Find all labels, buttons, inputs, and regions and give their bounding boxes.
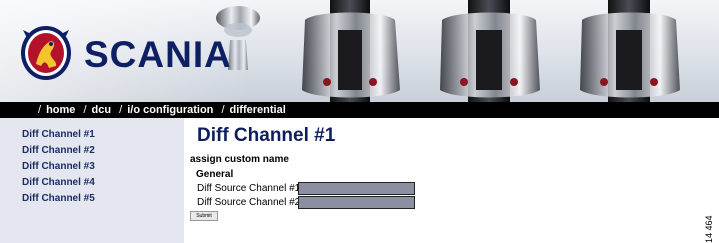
page-title: Diff Channel #1 — [197, 125, 336, 146]
breadcrumb-home[interactable]: home — [46, 104, 75, 116]
breadcrumb-slash-icon: / — [83, 104, 87, 116]
sidebar-item-diff-channel-4[interactable]: Diff Channel #4 — [22, 175, 95, 191]
breadcrumb-bar: / home / dcu / i/o configuration / different… — [0, 102, 719, 118]
sidebar-item-diff-channel-5[interactable]: Diff Channel #5 — [22, 191, 95, 207]
diff-source-channel-1-label: Diff Source Channel #1: — [197, 183, 303, 194]
sidebar-item-diff-channel-2[interactable]: Diff Channel #2 — [22, 143, 95, 159]
submit-button[interactable]: Submit — [190, 211, 218, 221]
breadcrumb-io-configuration[interactable]: i/o configuration — [127, 104, 213, 116]
scania-griffin-logo-icon — [21, 26, 71, 80]
engine-pistons-illustration — [216, 0, 680, 102]
breadcrumb-slash-icon: / — [119, 104, 123, 116]
main-content: Diff Channel #1 assign custom name Gener… — [184, 118, 704, 243]
breadcrumb-dcu[interactable]: dcu — [92, 104, 112, 116]
diff-source-channel-1-input[interactable] — [298, 182, 415, 195]
diff-source-channel-2-input[interactable] — [298, 196, 415, 209]
section-heading-general: General — [196, 169, 234, 180]
sidebar: Diff Channel #1 Diff Channel #2 Diff Cha… — [0, 118, 184, 243]
sidebar-list: Diff Channel #1 Diff Channel #2 Diff Cha… — [0, 127, 95, 207]
breadcrumb-slash-icon: / — [221, 104, 225, 116]
header-banner: SCANIA — [0, 0, 719, 102]
sidebar-item-diff-channel-3[interactable]: Diff Channel #3 — [22, 159, 95, 175]
sidebar-item-diff-channel-1[interactable]: Diff Channel #1 — [22, 127, 95, 143]
diff-source-channel-2-label: Diff Source Channel #2: — [197, 197, 303, 208]
figure-id-label: 14 464 — [704, 215, 714, 243]
breadcrumb: / home / dcu / i/o configuration / different… — [38, 102, 286, 118]
breadcrumb-slash-icon: / — [38, 104, 42, 116]
form-subtitle: assign custom name — [190, 154, 289, 165]
breadcrumb-differential[interactable]: differential — [230, 104, 286, 116]
